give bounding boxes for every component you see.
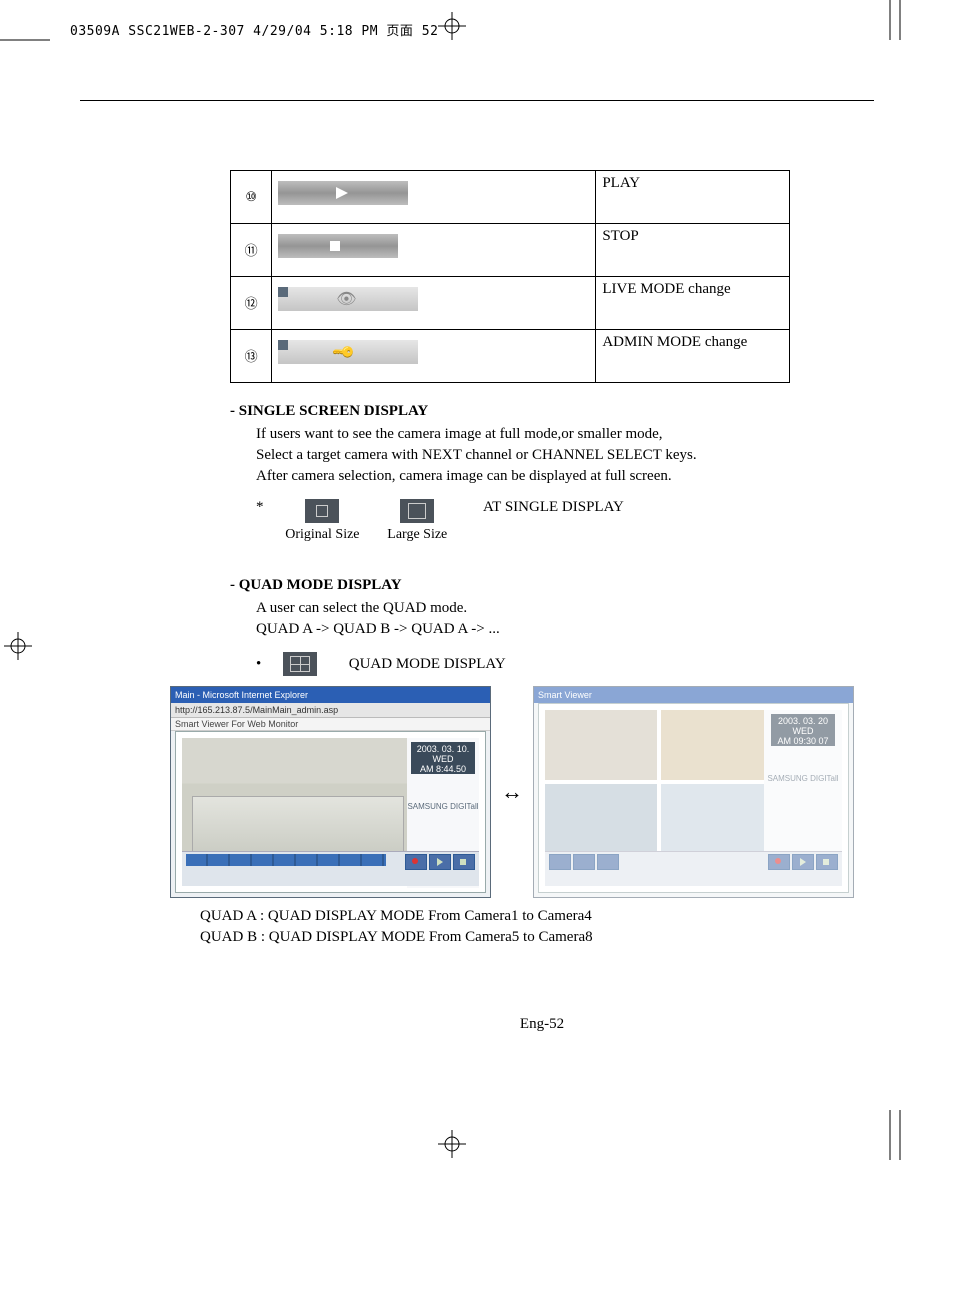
quad-cell-2 — [661, 710, 773, 780]
bullet: • — [256, 656, 261, 672]
quad-a-note: QUAD A : QUAD DISPLAY MODE From Camera1 … — [200, 908, 854, 925]
large-size-label: Large Size — [387, 527, 447, 543]
admin-mode-button-icon — [278, 340, 418, 364]
large-size-icon — [400, 499, 434, 523]
channel-strip — [186, 854, 386, 866]
row-number: ⑪ — [245, 243, 258, 258]
live-mode-button-icon — [278, 287, 418, 311]
body-text: QUAD A -> QUAD B -> QUAD A -> ... — [256, 621, 854, 638]
section-title-single: - SINGLE SCREEN DISPLAY — [230, 403, 854, 420]
window-title: Smart Viewer — [534, 687, 853, 703]
time-line: AM 09:30 07 — [771, 736, 835, 746]
date-line: 2003. 03. 20 WED — [771, 716, 835, 736]
camera-video-panel — [182, 738, 412, 868]
controls-table: ⑩ PLAY ⑪ STOP ⑫ LIVE MODE change ⑬ ADMIN… — [230, 170, 790, 383]
row-desc: PLAY — [596, 171, 790, 224]
window-title: Main - Microsoft Internet Explorer — [171, 687, 490, 703]
quad-mode-label: QUAD MODE DISPLAY — [349, 656, 506, 672]
screenshot-single-view: Main - Microsoft Internet Explorer http:… — [170, 686, 491, 898]
original-size-label: Original Size — [285, 527, 359, 543]
stop-icon — [816, 854, 838, 870]
asterisk: * — [256, 499, 264, 515]
quad-cell-3 — [545, 784, 657, 854]
screenshot-quad-view: Smart Viewer 2003. 03. 20 WED AM 09:30 0… — [533, 686, 854, 898]
print-job-header: 03509A SSC21WEB-2-307 4/29/04 5:18 PM 页面… — [70, 20, 438, 39]
side-panel: 2003. 03. 20 WED AM 09:30 07 SAMSUNG DIG… — [764, 710, 842, 865]
brand-logo: SAMSUNG DIGITall — [764, 774, 842, 783]
mode-icon — [573, 854, 595, 870]
mode-icon — [549, 854, 571, 870]
quad-mode-icon — [283, 652, 317, 676]
body-text: A user can select the QUAD mode. — [256, 600, 854, 617]
brand-logo: SAMSUNG DIGITall — [407, 802, 479, 811]
viewer-tab: Smart Viewer For Web Monitor — [171, 718, 490, 731]
section-title-quad: - QUAD MODE DISPLAY — [230, 577, 854, 594]
address-bar: http://165.213.87.5/MainMain_admin.asp — [171, 703, 490, 718]
body-text: If users want to see the camera image at… — [256, 426, 854, 443]
play-icon — [792, 854, 814, 870]
play-button-icon — [278, 181, 408, 205]
header-rule — [80, 100, 874, 101]
mode-icon — [597, 854, 619, 870]
row-desc: STOP — [596, 224, 790, 277]
time-line: AM 8:44.50 — [411, 764, 475, 774]
record-icon — [405, 854, 427, 870]
body-text: After camera selection, camera image can… — [256, 468, 854, 485]
quad-b-note: QUAD B : QUAD DISPLAY MODE From Camera5 … — [200, 929, 854, 946]
control-bar — [545, 851, 842, 886]
row-number: ⑩ — [245, 189, 257, 204]
page-number: Eng-52 — [230, 1016, 854, 1033]
row-number: ⑫ — [245, 296, 258, 311]
row-desc: ADMIN MODE change — [596, 330, 790, 383]
quad-cell-4 — [661, 784, 773, 854]
quad-cell-1 — [545, 710, 657, 780]
record-icon — [768, 854, 790, 870]
double-arrow-icon: ↔ — [501, 779, 523, 805]
original-size-icon — [305, 499, 339, 523]
row-number: ⑬ — [245, 349, 258, 364]
play-icon — [429, 854, 451, 870]
stop-icon — [453, 854, 475, 870]
date-line: 2003. 03. 10. WED — [411, 744, 475, 764]
control-bar — [182, 851, 479, 886]
row-desc: LIVE MODE change — [596, 277, 790, 330]
stop-button-icon — [278, 234, 398, 258]
body-text: Select a target camera with NEXT channel… — [256, 447, 854, 464]
at-single-display-label: AT SINGLE DISPLAY — [483, 499, 624, 515]
